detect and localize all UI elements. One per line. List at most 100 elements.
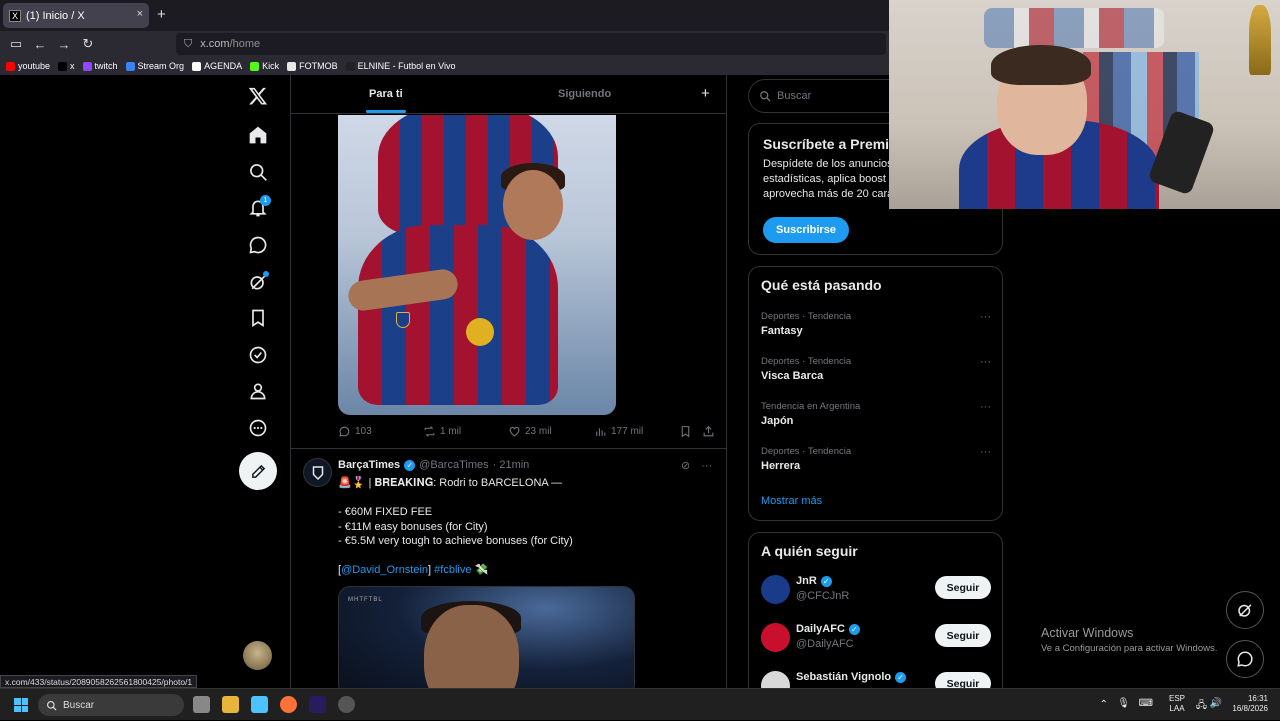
like-button[interactable]: 23 mil	[508, 425, 552, 438]
notepad-icon[interactable]	[251, 696, 268, 713]
more-icon[interactable]	[245, 415, 271, 441]
url-path: /home	[229, 38, 261, 50]
clock[interactable]: 16:31 16/8/2026	[1232, 694, 1268, 714]
grok-post-icon[interactable]: ⊘	[681, 460, 690, 472]
post-barcatimes[interactable]: BarçaTimes ✓ @BarcaTimes · 21min ⊘ ··· 🚨…	[291, 448, 726, 688]
keyboard-icon[interactable]: ⌨	[1139, 698, 1153, 709]
author-handle[interactable]: @BarcaTimes	[419, 459, 488, 471]
bookmark-5[interactable]: Kick	[250, 61, 279, 71]
bookmark-1[interactable]: x	[58, 61, 75, 71]
follow-button[interactable]: Seguir	[935, 576, 991, 599]
post-more-icon[interactable]: ···	[701, 460, 712, 472]
bookmark-label: twitch	[94, 61, 118, 71]
hashtag-link[interactable]: #fcblive	[434, 564, 471, 576]
tray-chevron-icon[interactable]: ⌃	[1100, 699, 1108, 710]
post-header: BarçaTimes ✓ @BarcaTimes · 21min	[338, 459, 529, 471]
clock-date: 16/8/2026	[1232, 704, 1268, 713]
profile-icon[interactable]	[245, 378, 271, 404]
trend-item[interactable]: Deportes · Tendencia Herrera ···	[761, 446, 991, 472]
bookmark-6[interactable]: FOTMOB	[287, 61, 338, 71]
follow-item[interactable]: Sebastián Vignolo ✓ Seguir	[761, 669, 991, 688]
verified-orgs-icon[interactable]	[245, 342, 271, 368]
image-player-bottom	[358, 225, 558, 405]
browser-tab[interactable]: X (1) Inicio / X ×	[3, 3, 149, 28]
bookmark-2[interactable]: twitch	[82, 61, 118, 71]
firefox-icon[interactable]	[280, 696, 297, 713]
network-icon[interactable]: 🖧	[1196, 698, 1207, 715]
search-icon	[760, 91, 771, 102]
explore-search-icon[interactable]	[245, 159, 271, 185]
active-tab-indicator	[366, 110, 406, 113]
windows-start-icon[interactable]	[14, 698, 28, 712]
follow-avatar[interactable]	[761, 575, 790, 604]
account-avatar[interactable]	[243, 641, 272, 670]
views-button[interactable]: 177 mil	[594, 425, 643, 438]
lang-layout: LAA	[1169, 704, 1185, 713]
trend-more-icon[interactable]: ···	[980, 311, 991, 323]
obs-icon[interactable]	[338, 696, 355, 713]
messages-float-button[interactable]	[1226, 640, 1264, 678]
trend-item[interactable]: Deportes · Tendencia Fantasy ···	[761, 311, 991, 337]
trend-item[interactable]: Deportes · Tendencia Visca Barca ···	[761, 356, 991, 382]
bookmark-post-icon[interactable]	[679, 425, 692, 438]
task-view-icon[interactable]	[193, 696, 210, 713]
author-name[interactable]: BarçaTimes	[338, 459, 400, 471]
follow-avatar[interactable]	[761, 671, 790, 688]
shield-icon: ⛉	[184, 37, 193, 50]
language-indicator[interactable]: ESP LAA	[1169, 694, 1185, 714]
follow-button[interactable]: Seguir	[935, 624, 991, 647]
volume-icon[interactable]: 🔊	[1210, 698, 1222, 709]
post-header-icons: ⊘ ···	[681, 459, 712, 472]
follow-avatar[interactable]	[761, 623, 790, 652]
microphone-icon[interactable]: 🎙	[1117, 698, 1130, 709]
trend-more-icon[interactable]: ···	[980, 401, 991, 413]
close-tab-icon[interactable]: ×	[137, 8, 143, 20]
bracket-close: ]	[428, 564, 432, 576]
post-image-barca-players[interactable]	[338, 115, 616, 415]
tab-for-you[interactable]: Para ti	[369, 88, 403, 100]
bookmarks-icon[interactable]	[245, 305, 271, 331]
subscribe-button[interactable]: Suscribirse	[763, 217, 849, 243]
compose-post-button[interactable]	[239, 452, 277, 490]
follow-item[interactable]: JnR ✓ @CFCJnR Seguir	[761, 573, 991, 607]
grok-float-button[interactable]	[1226, 591, 1264, 629]
share-icon[interactable]	[702, 425, 715, 438]
trend-more-icon[interactable]: ···	[980, 356, 991, 368]
bookmark-0[interactable]: youtube	[6, 61, 50, 71]
trend-item[interactable]: Tendencia en Argentina Japón ···	[761, 401, 991, 427]
premiere-icon[interactable]	[309, 696, 326, 713]
trend-more-icon[interactable]: ···	[980, 446, 991, 458]
follow-button[interactable]: Seguir	[935, 672, 991, 688]
file-explorer-icon[interactable]	[222, 696, 239, 713]
taskbar-search[interactable]: Buscar	[38, 694, 184, 716]
reply-button[interactable]: 103	[338, 425, 372, 438]
new-tab-button[interactable]: +	[157, 6, 166, 23]
bookmark-4[interactable]: AGENDA	[192, 61, 242, 71]
grok-chat-icon[interactable]	[245, 232, 271, 258]
reload-icon[interactable]: ↻	[76, 36, 100, 52]
repost-button[interactable]: 1 mil	[423, 425, 461, 438]
trends-card: Qué está pasando Deportes · Tendencia Fa…	[748, 266, 1003, 521]
mention-link[interactable]: @David_Ornstein	[341, 564, 428, 576]
activate-windows-watermark: Activar Windows Ve a Configuración para …	[1041, 626, 1217, 654]
add-feed-button[interactable]: +	[701, 85, 710, 102]
home-icon[interactable]	[245, 122, 271, 148]
post-time[interactable]: · 21min	[493, 459, 530, 471]
barcatimes-avatar[interactable]	[303, 458, 332, 487]
address-bar[interactable]: ⛉ x.com/home	[176, 33, 886, 55]
grok-icon[interactable]	[245, 269, 271, 295]
x-logo-icon[interactable]	[245, 83, 271, 109]
back-icon[interactable]: ←	[28, 37, 52, 52]
bookmark-3[interactable]: Stream Org	[125, 61, 184, 71]
tab-following[interactable]: Siguiendo	[558, 88, 611, 100]
forward-icon[interactable]: →	[52, 37, 76, 52]
sidebar-toggle-icon[interactable]: ▭	[4, 36, 28, 52]
post-line-1: 🚨🎖️ | 𝐁𝐑𝐄𝐀𝐊𝐈𝐍𝐆: Rodri to BARCELONA —	[338, 477, 563, 489]
bookmark-label: youtube	[18, 61, 51, 71]
notifications-bell-icon[interactable]: 1	[245, 195, 271, 221]
follow-item[interactable]: DailyAFC ✓ @DailyAFC Seguir	[761, 621, 991, 655]
bookmark-label: x	[70, 61, 75, 71]
show-more-link[interactable]: Mostrar más	[761, 495, 822, 507]
bookmark-7[interactable]: ELNINE - Futbol en Vivo	[345, 61, 455, 71]
post-image-rodri[interactable]: MHTFTBL	[338, 586, 635, 688]
